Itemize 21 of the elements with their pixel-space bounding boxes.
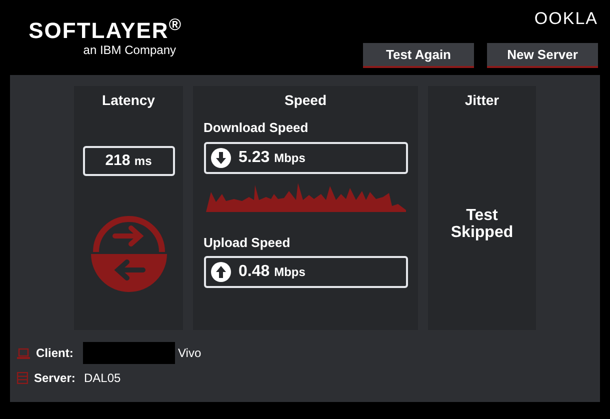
latency-value: 218 ms: [105, 150, 152, 171]
info-label: Client:: [36, 345, 74, 362]
brand-logo: OOKLA: [534, 10, 598, 27]
header-button[interactable]: New Server: [487, 43, 598, 68]
speed-label: Upload Speed: [204, 234, 290, 252]
speed-label: Download Speed: [204, 119, 308, 137]
company-logo: SOFTLAYER$^{®}$: [28, 20, 182, 42]
info-label: Server:: [34, 370, 76, 387]
logo-tagline: an IBM Company: [83, 44, 176, 56]
speed-value: 0.48 Mbps: [238, 262, 306, 282]
info-value: Vivo: [178, 345, 202, 362]
header-button[interactable]: Test Again: [363, 43, 474, 68]
laptop-icon: [17, 348, 30, 358]
panel-title: Speed: [284, 91, 326, 110]
panel-title: Latency: [102, 91, 155, 110]
panel-title: Jitter: [464, 91, 500, 110]
server-icon: [17, 372, 28, 384]
exchange-arrows-icon: [90, 216, 166, 292]
jitter-status: Test Skipped: [450, 207, 514, 241]
info-value: DAL05: [84, 370, 121, 387]
speed-value: 5.23 Mbps: [238, 148, 306, 168]
